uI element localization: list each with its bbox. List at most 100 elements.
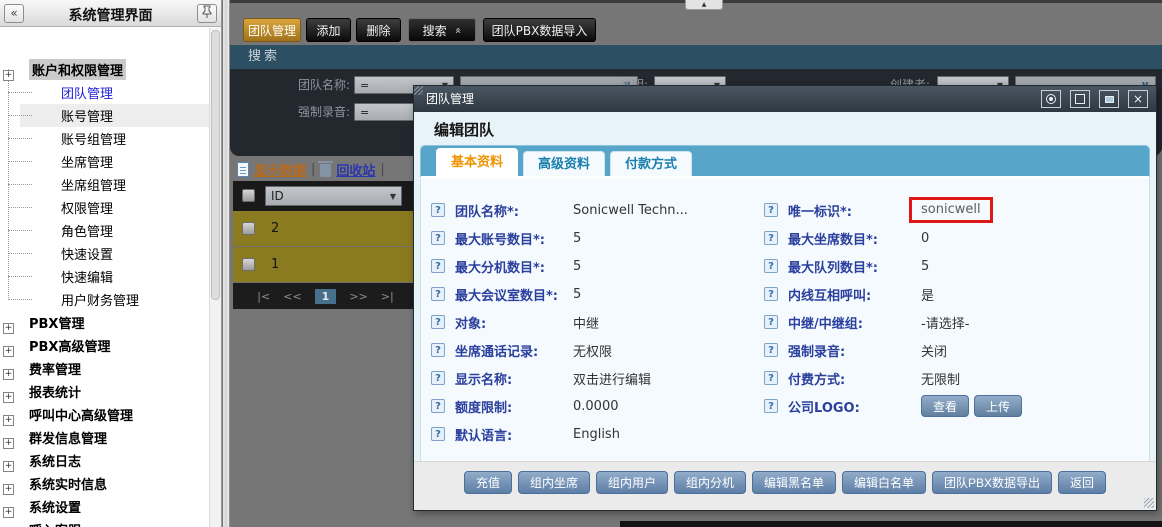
sidebar-node-label[interactable]: 系统设置 [29,497,81,516]
sidebar-item-permission[interactable]: 权限管理 [0,196,209,219]
pin-icon[interactable] [197,4,217,23]
edit-whitelist-button[interactable]: 编辑白名单 [842,471,926,494]
help-icon[interactable]: ? [764,399,778,413]
show-data-link[interactable]: 显示数据 [254,160,306,179]
sidebar-item-role[interactable]: 角色管理 [0,219,209,242]
field-value[interactable]: 无权限 [573,341,612,360]
sidebar-node-accounts[interactable]: + 账户和权限管理 [0,58,209,81]
sidebar-node-syslog[interactable]: +系统日志 [0,449,209,472]
sidebar-item-agent-group[interactable]: 坐席组管理 [0,173,209,196]
help-icon[interactable]: ? [431,427,445,441]
sidebar-node-label[interactable]: 费率管理 [29,359,81,378]
help-icon[interactable]: ? [431,315,445,329]
sidebar-item-label[interactable]: 权限管理 [61,198,113,217]
upload-logo-button[interactable]: 上传 [974,395,1022,417]
sidebar-node-broadcast[interactable]: +群发信息管理 [0,426,209,449]
expand-icon[interactable]: + [3,392,14,403]
help-icon[interactable]: ? [431,371,445,385]
sidebar-item-label[interactable]: 用户财务管理 [61,290,139,309]
help-icon[interactable]: ? [764,231,778,245]
help-icon[interactable]: ? [764,259,778,273]
help-icon[interactable]: ? [764,287,778,301]
last-page-button[interactable]: >| [381,290,394,303]
sidebar-node-inbound[interactable]: +呼入客服 [0,518,209,527]
field-value[interactable]: 无限制 [921,369,960,388]
tab-payment-method[interactable]: 付款方式 [610,151,692,176]
sidebar-node-label[interactable]: 报表统计 [29,382,81,401]
field-value[interactable]: 5 [921,259,929,274]
collapse-panel-handle[interactable]: ▲ [685,0,723,10]
sidebar-node-label[interactable]: PBX高级管理 [29,336,110,355]
recycle-bin-link[interactable]: 回收站 [336,160,375,179]
sidebar-item-label[interactable]: 账号组管理 [61,129,126,148]
sidebar-node-report[interactable]: + 报表统计 [0,380,209,403]
refresh-icon[interactable] [1041,90,1061,108]
sidebar-node-label[interactable]: 群发信息管理 [29,428,107,447]
help-icon[interactable]: ? [764,315,778,329]
help-icon[interactable]: ? [764,343,778,357]
sidebar-item-label[interactable]: 坐席组管理 [61,175,126,194]
add-button[interactable]: 添加 [306,18,351,42]
back-button[interactable]: 返回 [1058,471,1106,494]
sidebar-item-account-mgmt[interactable]: 账号管理 [0,104,209,127]
expand-icon[interactable]: + [3,70,14,81]
field-value[interactable]: English [573,427,620,442]
sidebar-item-label[interactable]: 团队管理 [61,83,113,102]
sidebar-item-label[interactable]: 快速设置 [61,244,113,263]
help-icon[interactable]: ? [764,371,778,385]
sidebar-node-pbx-adv[interactable]: + PBX高级管理 [0,334,209,357]
id-column-select[interactable]: ID ▼ [265,186,402,206]
expand-icon[interactable]: + [3,369,14,380]
group-users-button[interactable]: 组内用户 [596,471,668,494]
field-value[interactable]: 5 [573,287,581,302]
table-row[interactable]: 1 [233,247,418,283]
sidebar-node-realtime[interactable]: +系统实时信息 [0,472,209,495]
sidebar-node-label[interactable]: 系统日志 [29,451,81,470]
sidebar-item-label[interactable]: 坐席管理 [61,152,113,171]
field-value[interactable]: 双击进行编辑 [573,369,651,388]
sidebar-node-pbx[interactable]: +PBX管理 [0,311,209,334]
import-pbx-button[interactable]: 团队PBX数据导入 [483,18,596,42]
expand-icon[interactable]: + [3,484,14,495]
sidebar-item-agent-mgmt[interactable]: 坐席管理 [0,150,209,173]
sidebar-item-label[interactable]: 角色管理 [61,221,113,240]
sidebar-item-user-finance[interactable]: 用户财务管理 [0,288,209,311]
help-icon[interactable]: ? [431,259,445,273]
sidebar-item-team-mgmt[interactable]: 团队管理 [0,81,209,104]
sidebar-node-settings[interactable]: + 系统设置 [0,495,209,518]
expand-icon[interactable]: + [3,323,14,334]
field-value[interactable]: 5 [573,259,581,274]
help-icon[interactable]: ? [431,287,445,301]
close-icon[interactable]: × [1128,90,1148,108]
sidebar-item-label[interactable]: 快速编辑 [61,267,113,286]
sidebar-item-account-group[interactable]: 账号组管理 [0,127,209,150]
search-section-header[interactable]: 搜索 [230,45,1162,69]
sidebar-node-rate[interactable]: + 费率管理 [0,357,209,380]
help-icon[interactable]: ? [431,203,445,217]
expand-icon[interactable]: + [3,346,14,357]
edit-blacklist-button[interactable]: 编辑黑名单 [752,471,836,494]
help-icon[interactable]: ? [764,203,778,217]
sidebar-item-quick-edit[interactable]: 快速编辑 [0,265,209,288]
search-toggle-button[interactable]: 搜索 « [408,18,476,42]
group-agents-button[interactable]: 组内坐席 [518,471,590,494]
delete-button[interactable]: 删除 [356,18,401,42]
resize-grip-bottomright[interactable] [1144,498,1154,508]
field-value[interactable]: 中继 [573,313,599,332]
recharge-button[interactable]: 充值 [464,471,512,494]
help-icon[interactable]: ? [431,399,445,413]
tab-advanced-info[interactable]: 高级资料 [523,151,605,176]
sidebar-node-label[interactable]: 账户和权限管理 [29,59,126,80]
row-checkbox[interactable] [242,222,255,235]
field-value[interactable]: 5 [573,231,581,246]
expand-icon[interactable]: + [3,507,14,518]
field-value[interactable]: 0 [921,231,929,246]
field-value[interactable]: 0.0000 [573,399,619,414]
maximize-icon[interactable] [1070,90,1090,108]
tab-basic-info[interactable]: 基本资料 [436,148,518,177]
select-all-checkbox[interactable] [242,189,255,202]
field-value[interactable]: Sonicwell Techn... [573,203,688,218]
field-value[interactable]: -请选择- [921,313,969,332]
panel-splitter[interactable] [223,0,230,527]
group-extensions-button[interactable]: 组内分机 [674,471,746,494]
